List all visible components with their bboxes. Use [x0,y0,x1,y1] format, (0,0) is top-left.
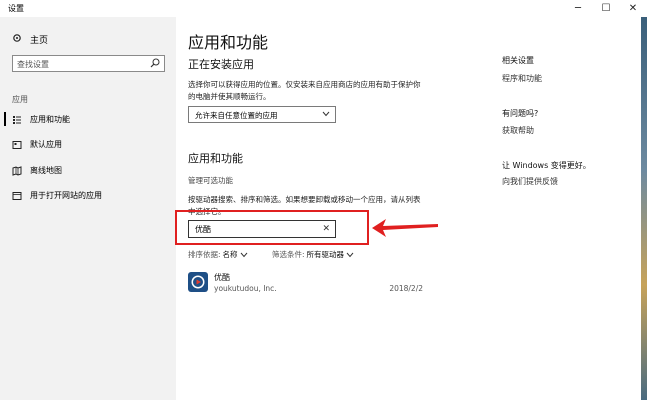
close-button[interactable]: ✕ [620,0,646,17]
sidebar-section-label: 应用 [12,95,28,104]
apps-section-heading: 应用和功能 [188,152,243,165]
app-name: 优酷 [214,273,230,282]
related-settings-heading: 相关设置 [502,56,534,65]
sidebar-item-label: 应用和功能 [30,115,70,124]
desktop-background-strip [641,17,647,400]
filter-control[interactable]: 筛选条件: 所有驱动器 [272,249,354,260]
get-help-link[interactable]: 获取帮助 [502,125,534,136]
chevron-down-icon [240,252,247,257]
dropdown-value: 允许来自任意位置的应用 [195,111,278,120]
default-apps-icon [12,140,22,150]
list-item[interactable]: 优酷 youkutudou, Inc. 2018/2/2 [188,270,423,300]
sidebar [0,17,176,400]
search-icon[interactable] [150,58,160,68]
install-description: 选择你可以获得应用的位置。仅安装来自应用商店的应用有助于保护你的电脑并使其顺畅运… [188,80,421,101]
page-title: 应用和功能 [188,33,269,52]
sidebar-item-web-apps[interactable]: 用于打开网站的应用 [12,190,102,201]
filter-value: 所有驱动器 [306,250,345,259]
annotation-arrow-icon [372,219,438,237]
sidebar-item-offline-maps[interactable]: 离线地图 [12,165,62,176]
sort-control[interactable]: 排序依据: 名称 [188,249,248,260]
youku-app-icon [188,272,208,292]
chevron-down-icon [346,252,354,257]
minimize-button[interactable]: ─ [565,0,591,17]
chevron-down-icon [322,111,330,117]
sort-value: 名称 [222,250,238,259]
web-app-icon [12,191,22,201]
maximize-button[interactable]: ☐ [593,0,619,17]
list-icon [12,115,22,125]
feedback-link[interactable]: 向我们提供反馈 [502,176,558,187]
home-label: 主页 [30,36,49,46]
search-placeholder: 查找设置 [17,60,49,69]
sidebar-item-label: 用于打开网站的应用 [30,191,102,200]
app-install-date: 2018/2/2 [389,284,423,293]
sort-label: 排序依据: [188,250,221,259]
install-source-dropdown[interactable]: 允许来自任意位置的应用 [188,106,336,123]
question-heading: 有问题吗? [502,109,539,118]
install-section-heading: 正在安装应用 [188,58,254,71]
active-indicator [4,112,6,126]
window-title: 设置 [8,4,24,13]
title-bar: 设置 ─ ☐ ✕ [0,0,647,17]
annotation-highlight-box [175,210,369,245]
manage-optional-features-link[interactable]: 管理可选功能 [188,175,233,186]
sidebar-item-label: 离线地图 [30,166,62,175]
sidebar-item-default-apps[interactable]: 默认应用 [12,139,62,150]
sidebar-item-apps-features[interactable]: 应用和功能 [12,114,70,125]
map-icon [12,165,22,176]
settings-search-input[interactable]: 查找设置 [12,55,165,72]
app-publisher: youkutudou, Inc. [214,284,277,293]
improve-windows-heading: 让 Windows 变得更好。 [502,161,591,170]
sidebar-item-label: 默认应用 [30,140,62,149]
sidebar-home[interactable]: 主页 [12,33,48,46]
filter-label: 筛选条件: [272,250,305,259]
programs-features-link[interactable]: 程序和功能 [502,73,542,84]
gear-icon [12,33,22,46]
